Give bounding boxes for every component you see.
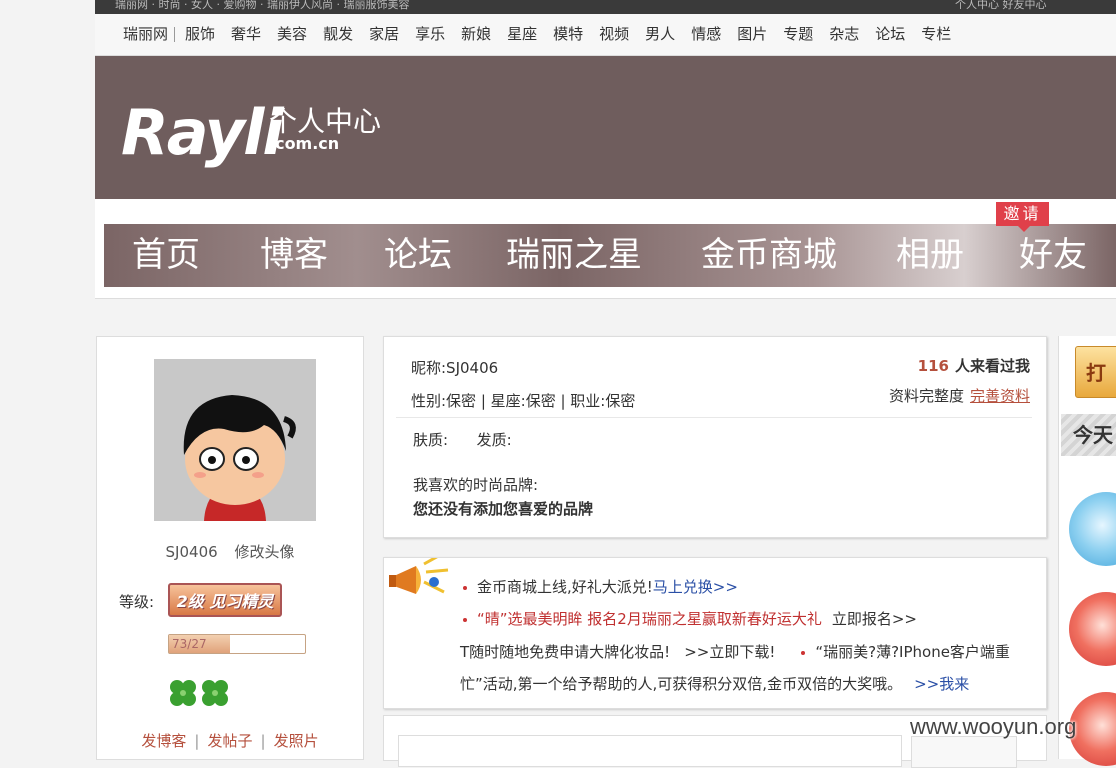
clover-icon	[167, 677, 231, 713]
site-logo[interactable]: Rayli 个人中心 .com.cn	[121, 96, 381, 169]
news-scroll-item: T随时随地免费申请大牌化妆品! >>立即下载! “瑞丽美?薄?IPhone客户端重	[460, 641, 1010, 662]
avatar[interactable]	[154, 359, 316, 521]
completeness-label: 资料完整度	[888, 387, 964, 405]
complete-profile-link[interactable]: 完善资料	[970, 387, 1030, 405]
redeem-now-link[interactable]: 马上兑换>>	[653, 578, 738, 596]
visit-text: 人来看过我	[954, 357, 1030, 375]
megaphone-icon	[386, 558, 456, 612]
visit-counter: 116 人来看过我	[918, 355, 1030, 376]
experience-bar: 73/27	[168, 634, 306, 654]
profile-completeness: 资料完整度 完善资料	[889, 385, 1030, 406]
bullet-icon	[463, 617, 467, 622]
experience-text: 73/27	[172, 637, 207, 651]
nav-separator	[174, 27, 176, 42]
logo-brand: Rayli	[121, 96, 284, 169]
join-link[interactable]: >>我来	[914, 675, 969, 693]
invite-badge[interactable]: 邀请	[996, 202, 1049, 232]
fav-brand-empty: 您还没有添加您喜爱的品牌	[413, 500, 594, 518]
logo-domain: .com.cn	[269, 134, 340, 153]
profile-actions: 发博客 | 发帖子 | 发照片	[96, 720, 364, 760]
announcement-panel: 金币商城上线,好礼大派兑!马上兑换>> “晴”选最美明眸 报名2月瑞丽之星赢取新…	[383, 557, 1047, 709]
nav-item-fashion[interactable]: 服饰	[185, 14, 215, 55]
profile-panel: SJ0406 修改头像 等级: 2级 见习精灵 73/27	[96, 336, 364, 722]
header-banner: Rayli 个人中心 .com.cn	[95, 56, 1116, 199]
menu-item-forum[interactable]: 论坛	[384, 224, 452, 287]
news-scroll-item: 忙”活动,第一个给予帮助的人,可获得积分双倍,金币双倍的大奖哦。 >>我来	[460, 673, 969, 694]
post-blog-link[interactable]: 发博客	[141, 732, 186, 750]
level-label: 等级:	[119, 593, 155, 611]
post-photo-link[interactable]: 发照片	[274, 732, 319, 750]
menu-item-home[interactable]: 首页	[132, 224, 200, 287]
profile-attributes: 性别:保密 | 星座:保密 | 职业:保密	[411, 392, 636, 410]
status-submit-button[interactable]	[911, 736, 1017, 768]
news-item: 金币商城上线,好礼大派兑!马上兑换>>	[463, 576, 738, 597]
menu-item-blog[interactable]: 博客	[260, 224, 328, 287]
divider	[396, 417, 1032, 418]
top-strip: 瑞丽网 · 时尚 · 女人 · 爱购物 · 瑞丽伊人风尚 · 瑞丽服饰美容 个人…	[95, 0, 1116, 14]
nav-item-bride[interactable]: 新娘	[461, 14, 491, 55]
right-sidebar: 打 今天	[1058, 336, 1116, 766]
bullet-icon	[463, 585, 467, 590]
gift-icon[interactable]	[1069, 592, 1116, 666]
visit-count: 116	[917, 357, 949, 375]
skin-hair-type: 肤质: 发质:	[413, 431, 512, 449]
nav-item-emotion[interactable]: 情感	[691, 14, 721, 55]
action-separator: |	[260, 732, 266, 750]
nav-item-topics[interactable]: 专题	[783, 14, 813, 55]
task-icon[interactable]	[1069, 492, 1116, 566]
news-text: 忙”活动,第一个给予帮助的人,可获得积分双倍,金币双倍的大奖哦。	[460, 675, 903, 693]
site-nav: 瑞丽网 服饰 奢华 美容 靓发 家居 享乐 新娘 星座 模特 视频 男人 情感 图片 专题 杂志 论坛 专栏	[95, 14, 1116, 56]
news-text: T随时随地免费申请大牌化妆品!	[460, 643, 671, 661]
menu-item-friends[interactable]: 好友	[1019, 224, 1087, 287]
bullet-icon	[801, 650, 806, 655]
news-item: “晴”选最美明眸 报名2月瑞丽之星赢取新春好运大礼 立即报名>>	[463, 608, 917, 629]
avatar-cartoon-icon	[154, 359, 316, 521]
news-text: “瑞丽美?薄?IPhone客户端重	[815, 643, 1010, 661]
nav-item-video[interactable]: 视频	[599, 14, 629, 55]
today-heading: 今天	[1061, 414, 1116, 456]
news-text: 金币商城上线,好礼大派兑!	[477, 578, 653, 596]
nav-item-pictures[interactable]: 图片	[737, 14, 767, 55]
profile-info-panel: 昵称:SJ0406 116 人来看过我 性别:保密 | 星座:保密 | 职业:保密…	[383, 336, 1047, 538]
nav-item-men[interactable]: 男人	[645, 14, 675, 55]
nav-item-forum[interactable]: 论坛	[875, 14, 905, 55]
nav-item-leisure[interactable]: 享乐	[415, 14, 445, 55]
news-text[interactable]: “晴”选最美明眸 报名2月瑞丽之星赢取新春好运大礼	[477, 610, 822, 628]
nav-item-model[interactable]: 模特	[553, 14, 583, 55]
nav-item-horoscope[interactable]: 星座	[507, 14, 537, 55]
signup-now-link[interactable]: 立即报名>>	[832, 610, 917, 628]
top-strip-links[interactable]: 瑞丽网 · 时尚 · 女人 · 爱购物 · 瑞丽伊人风尚 · 瑞丽服饰美容	[115, 0, 409, 10]
menu-item-album[interactable]: 相册	[896, 224, 964, 287]
nickname: 昵称:SJ0406	[411, 359, 499, 377]
menu-item-rayli-star[interactable]: 瑞丽之星	[506, 224, 642, 287]
top-strip-user-links[interactable]: 个人中心 好友中心	[955, 0, 1047, 10]
checkin-button[interactable]: 打	[1075, 346, 1116, 398]
nav-item-home-living[interactable]: 家居	[369, 14, 399, 55]
main-menu: 首页 博客 论坛 瑞丽之星 金币商城 相册 好友	[104, 224, 1116, 287]
nav-item-beauty[interactable]: 美容	[277, 14, 307, 55]
nav-item-luxury[interactable]: 奢华	[231, 14, 261, 55]
nav-item-home[interactable]: 瑞丽网	[123, 14, 168, 55]
edit-avatar-link[interactable]: 修改头像	[234, 543, 294, 561]
action-separator: |	[194, 732, 200, 750]
level-badge: 2级 见习精灵	[168, 583, 282, 617]
menu-item-coin-mall[interactable]: 金币商城	[701, 224, 837, 287]
username-row: SJ0406 修改头像	[97, 541, 363, 562]
site-nav-list: 瑞丽网 服饰 奢华 美容 靓发 家居 享乐 新娘 星座 模特 视频 男人 情感 图片 专题 杂志 论坛 专栏	[123, 14, 967, 55]
fav-brand-label: 我喜欢的时尚品牌:	[413, 476, 539, 494]
post-thread-link[interactable]: 发帖子	[207, 732, 252, 750]
watermark: www.wooyun.org	[910, 714, 1077, 739]
nav-item-column[interactable]: 专栏	[921, 14, 951, 55]
username: SJ0406	[165, 543, 218, 561]
nav-item-magazine[interactable]: 杂志	[829, 14, 859, 55]
download-now-link[interactable]: >>立即下载!	[684, 643, 775, 661]
status-input[interactable]	[398, 735, 902, 767]
nav-item-hair[interactable]: 靓发	[323, 14, 353, 55]
